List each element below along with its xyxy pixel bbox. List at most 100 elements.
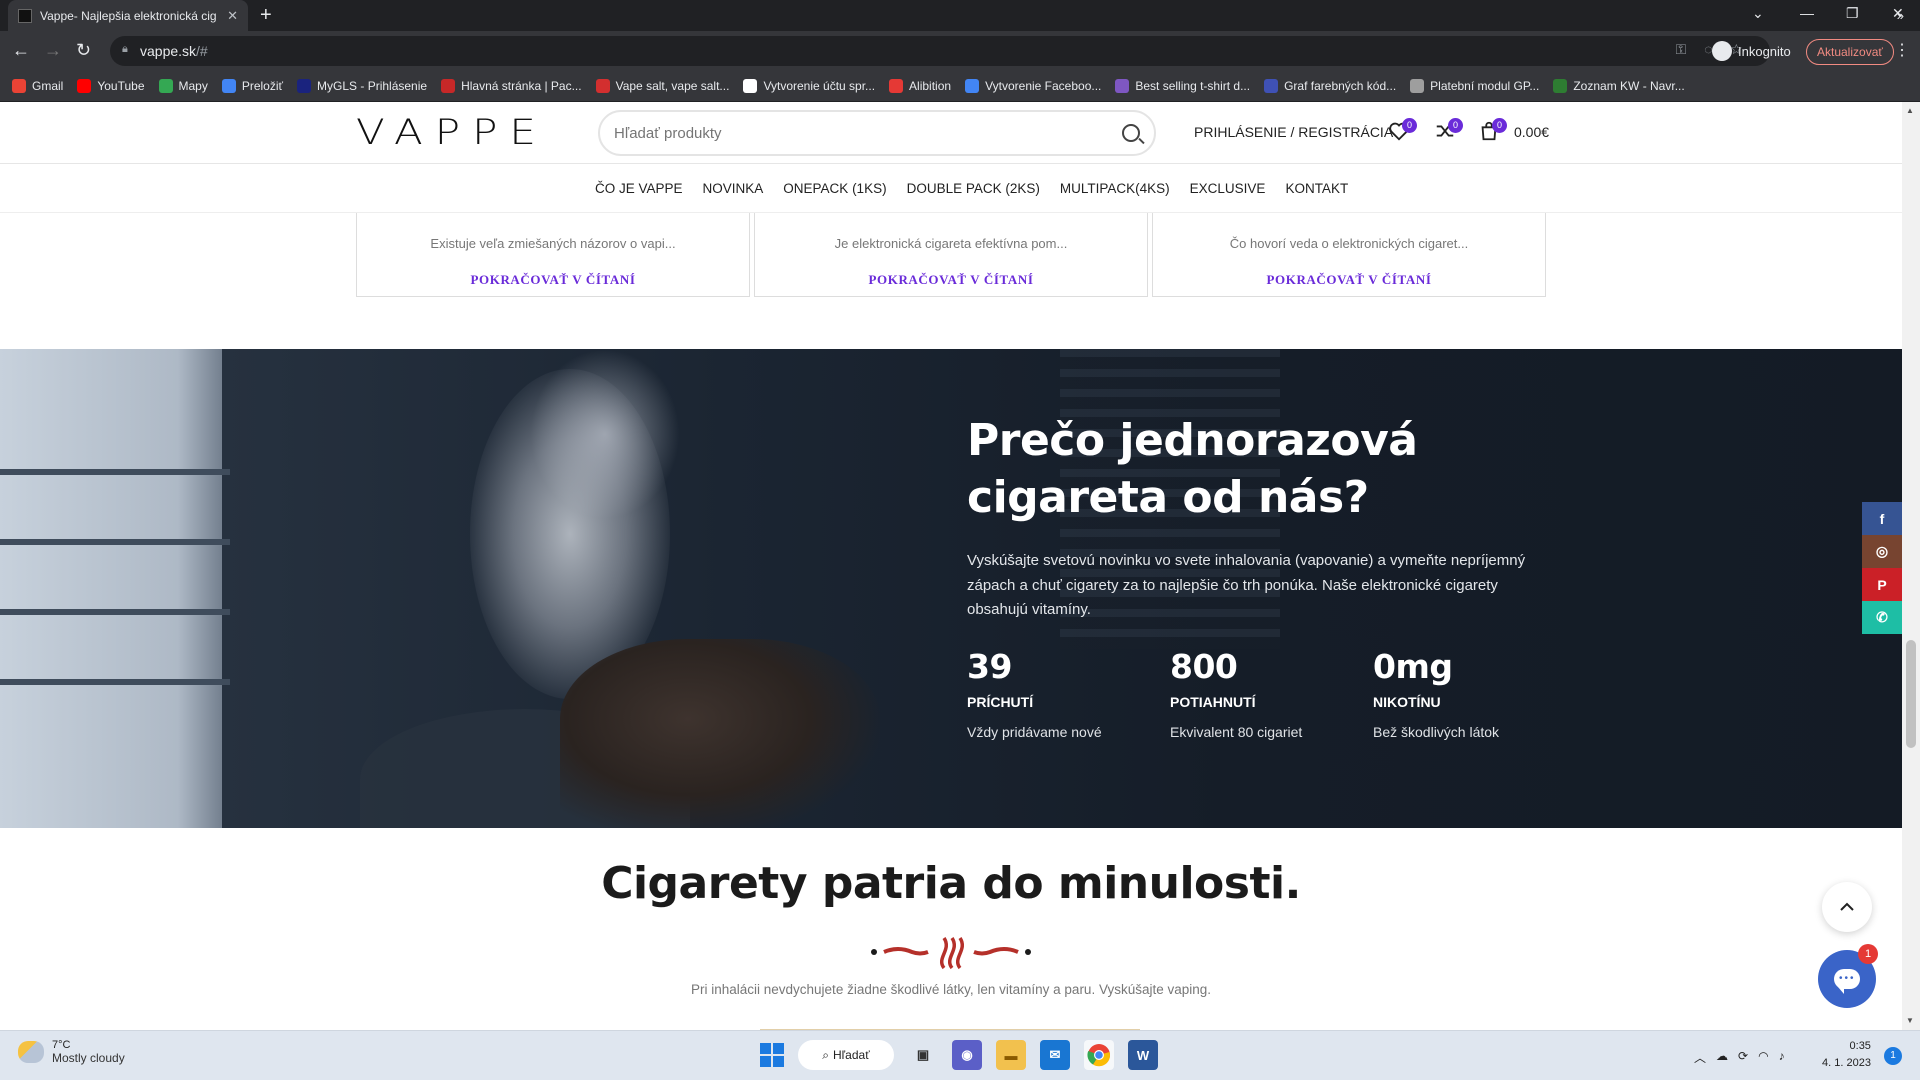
teams-chat-icon[interactable]: ◉ (952, 1040, 982, 1070)
taskbar-search[interactable]: ⌕ Hľadať (798, 1040, 894, 1070)
nav-item[interactable]: DOUBLE PACK (2KS) (907, 181, 1040, 196)
chat-button[interactable]: ••• 1 (1818, 944, 1878, 1008)
start-windows-icon[interactable] (760, 1043, 784, 1067)
chrome-icon[interactable] (1084, 1040, 1114, 1070)
back-icon[interactable]: ← (12, 40, 30, 61)
incognito-indicator[interactable]: Inkognito (1712, 41, 1791, 61)
whatsapp-icon[interactable]: ✆ (1862, 601, 1902, 634)
new-tab-button[interactable]: + (260, 4, 272, 27)
scrollbar-thumb[interactable] (1906, 640, 1916, 748)
bookmark-item[interactable]: Zoznam KW - Navr... (1553, 79, 1685, 93)
window-slat (0, 539, 230, 545)
cart-total[interactable]: 0.00€ (1514, 124, 1549, 140)
nav-item[interactable]: ČO JE VAPPE (595, 181, 683, 196)
wishlist-count-badge: 0 (1402, 118, 1417, 133)
read-more-link[interactable]: POKRAČOVAŤ V ČÍTANÍ (357, 272, 749, 288)
facebook-icon[interactable]: f (1862, 502, 1902, 535)
bookmark-favicon-icon (221, 79, 236, 93)
search-input[interactable] (614, 124, 1122, 142)
bookmark-item[interactable]: Vytvorenie Faceboo... (965, 79, 1101, 93)
bookmark-item[interactable]: Mapy (158, 79, 208, 93)
scroll-up-arrow-icon[interactable]: ▲ (1906, 106, 1914, 115)
chrome-logo-icon (1087, 1044, 1111, 1067)
login-register-link[interactable]: PRIHLÁSENIE / REGISTRÁCIA (1194, 124, 1393, 140)
site-logo[interactable]: VAPPE (356, 112, 548, 152)
bookmark-item[interactable]: Alibition (889, 79, 951, 93)
bookmark-item[interactable]: MyGLS - Prihlásenie (297, 79, 427, 93)
weather-condition: Mostly cloudy (52, 1051, 125, 1065)
nav-item[interactable]: EXCLUSIVE (1190, 181, 1266, 196)
weather-widget[interactable]: 7°C Mostly cloudy (18, 1039, 125, 1065)
bookmark-item[interactable]: Vytvorenie účtu spr... (743, 79, 875, 93)
bookmark-label: MyGLS - Prihlásenie (317, 79, 428, 93)
bookmarks-overflow-icon[interactable]: » (1897, 8, 1904, 23)
notifications-badge[interactable]: 1 (1884, 1047, 1902, 1065)
window-slat (0, 609, 230, 615)
task-view-icon[interactable]: ▣ (908, 1040, 938, 1070)
browser-tab[interactable]: Vappe- Najlepšia elektronická cig ✕ (8, 0, 248, 31)
tab-title: Vappe- Najlepšia elektronická cig (40, 8, 217, 23)
bookmark-item[interactable]: YouTube (77, 79, 145, 93)
update-button[interactable]: Aktualizovať (1806, 39, 1894, 65)
stat-subtext: Vždy pridávame nové (967, 724, 1102, 740)
stat-label: NIKOTÍNU (1373, 694, 1441, 710)
sync-icon[interactable]: ⟳ (1738, 1049, 1748, 1066)
tray-overflow-icon[interactable]: ︿ (1694, 1049, 1706, 1066)
read-more-link[interactable]: POKRAČOVAŤ V ČÍTANÍ (755, 272, 1147, 288)
stat-puffs: 800 POTIAHNUTÍ Ekvivalent 80 cigariet (1170, 647, 1302, 740)
stat-label: PRÍCHUTÍ (967, 694, 1034, 710)
site-favicon-icon (18, 8, 32, 23)
mail-icon[interactable]: ✉ (1040, 1040, 1070, 1070)
word-icon[interactable]: W (1128, 1040, 1158, 1070)
reload-icon[interactable]: ↻ (76, 40, 91, 61)
bookmark-item[interactable]: Best selling t-shirt d... (1115, 79, 1250, 93)
omnibox[interactable]: 🔒︎ vappe.sk/# ⚿◌☆ (110, 36, 1770, 66)
address-bar-row: ← → ↻ 🔒︎ vappe.sk/# ⚿◌☆ (0, 31, 1920, 71)
bookmark-label: Mapy (178, 79, 208, 93)
scroll-down-arrow-icon[interactable]: ▼ (1906, 1016, 1914, 1025)
onedrive-icon[interactable]: ☁ (1716, 1049, 1728, 1066)
tab-search-icon[interactable]: ⌄ (1752, 5, 1764, 22)
stat-subtext: Bež škodlivých látok (1373, 724, 1500, 740)
bookmark-item[interactable]: Hlavná stránka | Pac... (441, 79, 582, 93)
bookmark-item[interactable]: Vape salt, vape salt... (595, 79, 729, 93)
volume-icon[interactable]: ♪ (1779, 1049, 1785, 1066)
bookmark-item[interactable]: Graf farebných kód... (1264, 79, 1396, 93)
scroll-to-top-button[interactable] (1822, 882, 1872, 932)
bookmark-label: Zoznam KW - Navr... (1573, 79, 1685, 93)
hero-text: Vyskúšajte svetovú novinku vo svete inha… (967, 552, 1526, 618)
search-icon: ⌕ (822, 1047, 830, 1062)
clock[interactable]: 0:35 4. 1. 2023 (1822, 1038, 1871, 1072)
lock-icon[interactable]: 🔒︎ (122, 43, 128, 56)
date: 4. 1. 2023 (1822, 1057, 1871, 1069)
incognito-icon (1712, 41, 1732, 61)
page-scrollbar[interactable]: ▲ ▼ (1902, 102, 1920, 1030)
url-path: /# (196, 43, 208, 59)
nav-item[interactable]: KONTAKT (1285, 181, 1348, 196)
bookmark-label: Alibition (909, 79, 952, 93)
bookmark-item[interactable]: Gmail (12, 79, 63, 93)
read-more-link[interactable]: POKRAČOVAŤ V ČÍTANÍ (1153, 272, 1545, 288)
bookmark-item[interactable]: Platební modul GP... (1410, 79, 1539, 93)
stat-number: 800 (1170, 647, 1238, 686)
instagram-icon[interactable]: ◎ (1862, 535, 1902, 568)
forward-icon[interactable]: → (44, 40, 62, 61)
file-explorer-icon[interactable]: ▬ (996, 1040, 1026, 1070)
browser-menu-icon[interactable]: ⋮ (1894, 40, 1910, 60)
wifi-icon[interactable]: ◠ (1758, 1049, 1768, 1066)
section-title: Cigarety patria do minulosti. (601, 858, 1301, 909)
nav-item[interactable]: ONEPACK (1KS) (783, 181, 886, 196)
search-icon[interactable] (1122, 124, 1140, 142)
system-tray[interactable]: ︿ ☁ ⟳ ◠ ♪ (1694, 1049, 1785, 1066)
product-search[interactable] (598, 110, 1156, 156)
time: 0:35 (1849, 1040, 1871, 1052)
nav-item[interactable]: MULTIPACK(4KS) (1060, 181, 1170, 196)
nav-item[interactable]: NOVINKA (703, 181, 764, 196)
stat-nicotine: 0mg NIKOTÍNU Bež škodlivých látok (1373, 647, 1499, 740)
close-tab-icon[interactable]: ✕ (227, 8, 238, 24)
minimize-button[interactable]: — (1800, 5, 1814, 21)
pinterest-icon[interactable]: P (1862, 568, 1902, 601)
restore-button[interactable]: ❐ (1846, 5, 1859, 22)
bookmark-item[interactable]: Preložiť (221, 79, 283, 93)
bookmark-label: Platební modul GP... (1430, 79, 1540, 93)
